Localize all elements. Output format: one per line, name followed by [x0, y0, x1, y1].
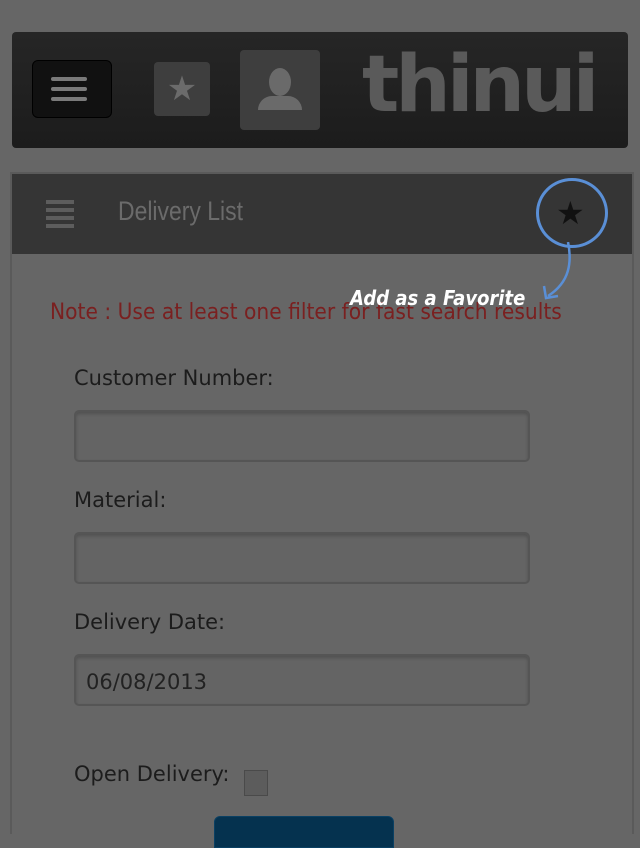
- list-icon[interactable]: [46, 200, 74, 232]
- favorites-button[interactable]: ★: [154, 62, 210, 116]
- customer-number-label: Customer Number:: [74, 366, 274, 390]
- logo: thinui: [362, 40, 599, 130]
- customer-number-input[interactable]: [74, 410, 530, 462]
- hamburger-icon-line: [51, 97, 87, 101]
- material-label: Material:: [74, 488, 167, 512]
- hamburger-icon-line: [51, 87, 87, 91]
- user-icon-body: [258, 96, 302, 110]
- delivery-date-label: Delivery Date:: [74, 610, 226, 634]
- star-icon: ★: [166, 69, 198, 109]
- annotation-circle: [536, 178, 608, 248]
- material-input[interactable]: [74, 532, 530, 584]
- menu-button[interactable]: [32, 60, 112, 118]
- hamburger-icon: [51, 77, 87, 81]
- open-delivery-label: Open Delivery:: [74, 762, 230, 786]
- annotation-label: Add as a Favorite: [350, 286, 526, 310]
- search-button[interactable]: [214, 816, 394, 848]
- open-delivery-checkbox[interactable]: [244, 770, 268, 796]
- user-button[interactable]: [240, 50, 320, 130]
- page-title: Delivery List: [118, 196, 243, 226]
- delivery-date-input[interactable]: 06/08/2013: [74, 654, 530, 706]
- top-bar: ★ thinui: [12, 32, 628, 148]
- annotation-arrow: [542, 242, 571, 300]
- user-icon: [269, 68, 291, 96]
